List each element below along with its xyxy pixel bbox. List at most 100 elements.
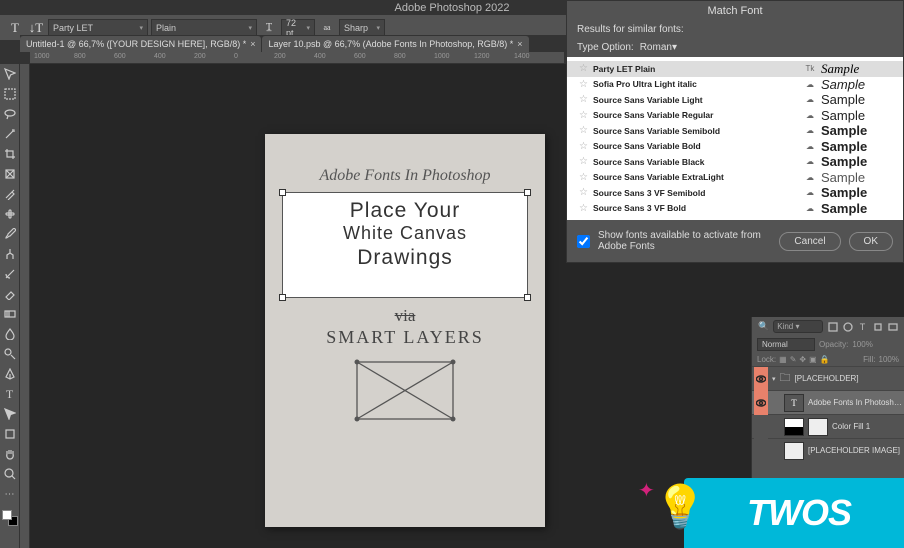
star-icon[interactable]: ☆ bbox=[579, 63, 593, 74]
fill-value[interactable]: 100% bbox=[879, 355, 899, 364]
layer-thumbnail[interactable] bbox=[784, 418, 804, 436]
font-list-item[interactable]: ☆Source Sans Variable Bold☁Sample bbox=[567, 139, 903, 155]
type-tool-icon[interactable]: T bbox=[2, 386, 18, 402]
font-list-item[interactable]: ☆Party LET PlainTkSample bbox=[567, 61, 903, 77]
type-option-dropdown[interactable]: Roman▾ bbox=[640, 42, 692, 53]
star-icon[interactable]: ☆ bbox=[579, 156, 593, 167]
gradient-tool-icon[interactable] bbox=[2, 306, 18, 322]
crop-tool-icon[interactable] bbox=[2, 146, 18, 162]
visibility-toggle[interactable] bbox=[754, 415, 768, 439]
layer-item[interactable]: [PLACEHOLDER IMAGE] bbox=[752, 438, 904, 462]
cloud-icon: ☁ bbox=[799, 111, 821, 120]
font-style-dropdown[interactable]: Plain▾ bbox=[151, 19, 257, 36]
font-list-item[interactable]: ☆Sofia Pro Ultra Light italic☁Sample bbox=[567, 77, 903, 93]
font-list-item[interactable]: ☆Source Sans 3 VF Bold☁Sample bbox=[567, 201, 903, 217]
layer-name[interactable]: [PLACEHOLDER] bbox=[795, 374, 902, 383]
tab-untitled[interactable]: Untitled-1 @ 66,7% ([YOUR DESIGN HERE], … bbox=[20, 36, 261, 52]
lock-artboard-icon[interactable]: ▣ bbox=[809, 355, 817, 364]
layer-thumbnail[interactable] bbox=[784, 442, 804, 460]
eyedropper-tool-icon[interactable] bbox=[2, 186, 18, 202]
kind-filter-dropdown[interactable]: Kind ▾ bbox=[773, 320, 823, 333]
cancel-button[interactable]: Cancel bbox=[779, 232, 840, 251]
canvas-text-smart: SMART LAYERS bbox=[265, 327, 545, 348]
close-icon[interactable]: × bbox=[250, 39, 255, 49]
foreground-swatch[interactable] bbox=[2, 510, 12, 520]
blend-mode-dropdown[interactable]: Normal bbox=[757, 338, 815, 351]
type-tool-icon[interactable]: T bbox=[6, 20, 24, 36]
history-brush-icon[interactable] bbox=[2, 266, 18, 282]
edit-toolbar-icon[interactable]: ⋯ bbox=[2, 486, 18, 502]
lock-transparent-icon[interactable]: ▦ bbox=[779, 355, 787, 364]
color-swatches[interactable] bbox=[2, 510, 18, 526]
lock-all-icon[interactable]: 🔒 bbox=[820, 355, 830, 364]
star-icon[interactable]: ☆ bbox=[579, 187, 593, 198]
font-list-item[interactable]: ☆Source Sans Variable Semibold☁Sample bbox=[567, 123, 903, 139]
eraser-tool-icon[interactable] bbox=[2, 286, 18, 302]
path-tool-icon[interactable] bbox=[2, 406, 18, 422]
healing-tool-icon[interactable] bbox=[2, 206, 18, 222]
layer-item[interactable]: Color Fill 1 bbox=[752, 414, 904, 438]
layer-item[interactable]: T Adobe Fonts In Photoshop bbox=[752, 390, 904, 414]
orientation-icon[interactable]: ↓T bbox=[27, 20, 45, 36]
font-size-dropdown[interactable]: 72 pt▾ bbox=[281, 19, 315, 36]
visibility-toggle[interactable] bbox=[754, 439, 768, 463]
resize-handle[interactable] bbox=[524, 294, 531, 301]
layer-name[interactable]: Color Fill 1 bbox=[832, 422, 902, 431]
layer-mask-thumbnail[interactable] bbox=[808, 418, 828, 436]
font-list-item[interactable]: ☆Source Sans 3 VF Semibold☁Sample bbox=[567, 185, 903, 201]
zoom-tool-icon[interactable] bbox=[2, 466, 18, 482]
ruler-vertical[interactable] bbox=[20, 64, 30, 548]
font-list-item[interactable]: ☆Source Sans Variable Black☁Sample bbox=[567, 154, 903, 170]
tab-layer10[interactable]: Layer 10.psb @ 66,7% (Adobe Fonts In Pho… bbox=[262, 36, 528, 52]
wand-tool-icon[interactable] bbox=[2, 126, 18, 142]
dodge-tool-icon[interactable] bbox=[2, 346, 18, 362]
layer-name[interactable]: Adobe Fonts In Photoshop bbox=[808, 398, 902, 407]
resize-handle[interactable] bbox=[524, 189, 531, 196]
shape-tool-icon[interactable] bbox=[2, 426, 18, 442]
filter-adjustment-icon[interactable] bbox=[842, 321, 853, 332]
visibility-toggle[interactable] bbox=[754, 367, 768, 391]
font-list-item[interactable]: ☆Source Sans Variable Regular☁Sample bbox=[567, 108, 903, 124]
star-icon[interactable]: ☆ bbox=[579, 203, 593, 214]
move-tool-icon[interactable] bbox=[2, 66, 18, 82]
filter-smart-icon[interactable] bbox=[887, 321, 898, 332]
resize-handle[interactable] bbox=[279, 189, 286, 196]
star-icon[interactable]: ☆ bbox=[579, 79, 593, 90]
filter-image-icon[interactable] bbox=[827, 321, 838, 332]
close-icon[interactable]: × bbox=[517, 39, 522, 49]
layer-name[interactable]: [PLACEHOLDER IMAGE] bbox=[808, 446, 902, 455]
document-canvas[interactable]: Adobe Fonts In Photoshop Place Your Whit… bbox=[265, 134, 545, 527]
lock-pixels-icon[interactable]: ✎ bbox=[790, 355, 797, 364]
filter-shape-icon[interactable] bbox=[872, 321, 883, 332]
font-family-dropdown[interactable]: Party LET▾ bbox=[48, 19, 148, 36]
pen-tool-icon[interactable] bbox=[2, 366, 18, 382]
star-icon[interactable]: ☆ bbox=[579, 125, 593, 136]
lasso-tool-icon[interactable] bbox=[2, 106, 18, 122]
canvas-text[interactable]: Place Your White Canvas Drawings bbox=[283, 193, 527, 270]
ruler-horizontal[interactable]: 1000 800 600 400 200 0 200 400 600 800 1… bbox=[30, 52, 564, 64]
ok-button[interactable]: OK bbox=[849, 232, 893, 251]
layer-thumbnail[interactable]: T bbox=[784, 394, 804, 412]
show-fonts-checkbox[interactable] bbox=[577, 235, 590, 248]
brush-tool-icon[interactable] bbox=[2, 226, 18, 242]
clone-tool-icon[interactable] bbox=[2, 246, 18, 262]
hand-tool-icon[interactable] bbox=[2, 446, 18, 462]
anti-alias-dropdown[interactable]: Sharp▾ bbox=[339, 19, 385, 36]
filter-type-icon[interactable]: T bbox=[857, 321, 868, 332]
collapse-icon[interactable]: ▾ bbox=[772, 375, 776, 383]
resize-handle[interactable] bbox=[279, 294, 286, 301]
visibility-toggle[interactable] bbox=[754, 391, 768, 415]
marquee-tool-icon[interactable] bbox=[2, 86, 18, 102]
text-edit-frame[interactable]: Place Your White Canvas Drawings bbox=[282, 192, 528, 298]
star-icon[interactable]: ☆ bbox=[579, 94, 593, 105]
star-icon[interactable]: ☆ bbox=[579, 141, 593, 152]
star-icon[interactable]: ☆ bbox=[579, 110, 593, 121]
font-list-item[interactable]: ☆Source Sans Variable ExtraLight☁Sample bbox=[567, 170, 903, 186]
lock-position-icon[interactable]: ✥ bbox=[799, 355, 806, 364]
opacity-value[interactable]: 100% bbox=[852, 340, 872, 349]
layer-item[interactable]: ▾ 🗀 [PLACEHOLDER] bbox=[752, 366, 904, 390]
blur-tool-icon[interactable] bbox=[2, 326, 18, 342]
frame-tool-icon[interactable] bbox=[2, 166, 18, 182]
font-list-item[interactable]: ☆Source Sans Variable Light☁Sample bbox=[567, 92, 903, 108]
star-icon[interactable]: ☆ bbox=[579, 172, 593, 183]
